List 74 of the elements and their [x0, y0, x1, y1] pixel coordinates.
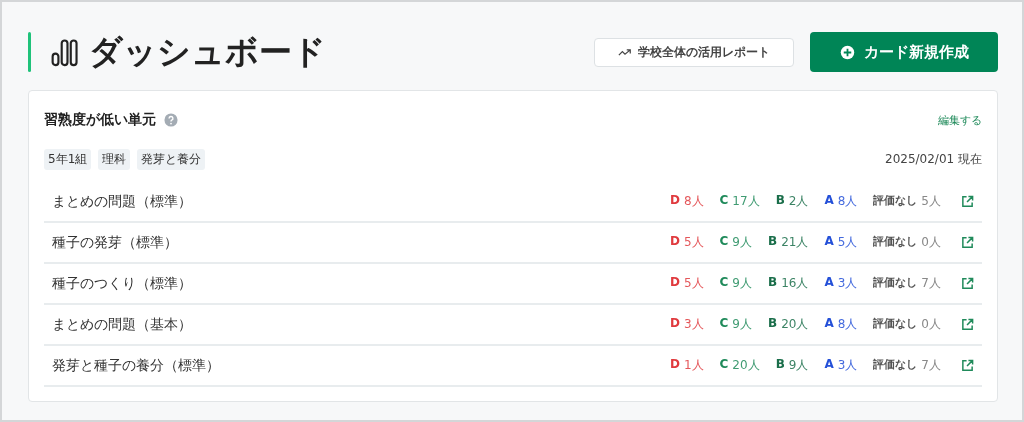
- grade-letter: A: [824, 316, 834, 332]
- external-link-icon[interactable]: [961, 236, 974, 249]
- grade-count: 3人: [837, 275, 858, 292]
- no-grade-count: 0人: [921, 234, 941, 251]
- external-link-icon[interactable]: [961, 318, 974, 331]
- plus-circle-icon: [839, 44, 855, 60]
- grade-letter: A: [824, 275, 834, 291]
- grade-letter: B: [775, 357, 785, 373]
- grade-count: 5人: [683, 234, 704, 251]
- grade-letter: B: [768, 316, 778, 332]
- grade-count: 3人: [837, 357, 858, 374]
- help-icon[interactable]: [164, 113, 178, 127]
- grade-letter: C: [719, 275, 729, 291]
- no-grade-count: 7人: [921, 275, 941, 292]
- no-grade-label: 評価なし: [873, 316, 918, 332]
- external-link-icon[interactable]: [961, 195, 974, 208]
- filter-tag: 5年1組: [44, 149, 92, 170]
- grade-letter: D: [669, 357, 680, 373]
- unit-name: 種子のつくり（標準）: [52, 274, 192, 293]
- grade-count: 9人: [732, 234, 752, 251]
- grade-count: 8人: [837, 316, 858, 333]
- unit-name: 発芽と種子の養分（標準）: [52, 356, 220, 375]
- grade-count: 9人: [732, 275, 752, 292]
- grade-letter: A: [824, 193, 834, 209]
- grade-count: 21人: [781, 234, 809, 251]
- grade-letter: C: [719, 234, 729, 250]
- grade-letter: C: [719, 357, 729, 373]
- no-grade-count: 7人: [921, 357, 941, 374]
- unit-name: 種子の発芽（標準）: [52, 233, 178, 252]
- grade-letter: D: [669, 193, 680, 209]
- no-grade-label: 評価なし: [873, 234, 918, 250]
- filter-tag: 理科: [98, 149, 131, 170]
- grade-letter: A: [824, 234, 834, 250]
- no-grade-count: 0人: [921, 316, 941, 333]
- grade-letter: C: [719, 316, 729, 332]
- card-title: 習熟度が低い単元: [44, 111, 156, 129]
- accent-bar: [28, 32, 31, 72]
- grade-count: 3人: [683, 316, 704, 333]
- no-grade-count: 5人: [921, 193, 941, 210]
- grade-count: 1人: [683, 357, 704, 374]
- grade-letter: D: [669, 234, 680, 250]
- grade-letter: D: [669, 316, 680, 332]
- grade-count: 16人: [781, 275, 809, 292]
- grade-count: 20人: [781, 316, 809, 333]
- trend-icon: [618, 47, 632, 57]
- grade-count: 5人: [683, 275, 704, 292]
- no-grade-label: 評価なし: [873, 275, 918, 291]
- no-grade-label: 評価なし: [873, 193, 918, 209]
- grade-count: 9人: [732, 316, 752, 333]
- grade-letter: C: [719, 193, 729, 209]
- grade-count: 8人: [683, 193, 704, 210]
- unit-name: まとめの問題（標準）: [52, 192, 192, 211]
- edit-link[interactable]: 編集する: [938, 112, 982, 128]
- grade-count: 2人: [788, 193, 809, 210]
- no-grade-label: 評価なし: [873, 357, 918, 373]
- grade-count: 9人: [788, 357, 809, 374]
- grade-count: 17人: [732, 193, 760, 210]
- grade-letter: B: [768, 234, 778, 250]
- as-of-date: 2025/02/01 現在: [885, 151, 982, 168]
- bar-chart-icon: [51, 37, 79, 67]
- filter-tag: 発芽と養分: [137, 149, 206, 170]
- grade-letter: B: [775, 193, 785, 209]
- grade-letter: D: [669, 275, 680, 291]
- report-button[interactable]: 学校全体の活用レポート: [594, 37, 794, 67]
- grade-count: 5人: [837, 234, 858, 251]
- grade-letter: A: [824, 357, 834, 373]
- unit-name: まとめの問題（基本）: [52, 315, 192, 334]
- grade-count: 20人: [732, 357, 760, 374]
- page-title: ダッシュボード: [89, 30, 326, 73]
- grade-letter: B: [768, 275, 778, 291]
- grade-count: 8人: [837, 193, 858, 210]
- external-link-icon[interactable]: [961, 359, 974, 372]
- create-card-button[interactable]: カード新規作成: [810, 32, 998, 72]
- external-link-icon[interactable]: [961, 277, 974, 290]
